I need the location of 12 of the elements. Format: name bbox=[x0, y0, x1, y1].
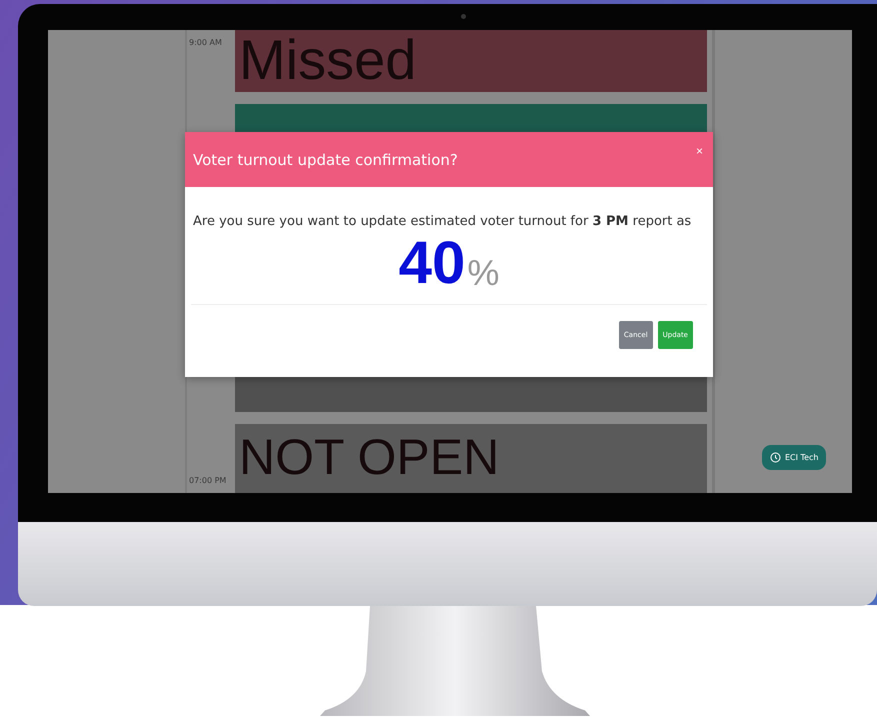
time-label: 9:00 AM bbox=[189, 38, 223, 47]
clock-icon bbox=[770, 452, 781, 463]
time-label: 07:00 PM bbox=[189, 476, 228, 485]
percent-sign: % bbox=[467, 255, 500, 291]
slot-status: Missed bbox=[238, 30, 418, 88]
turnout-value: 40 bbox=[398, 233, 466, 293]
help-badge[interactable]: ECI Tech bbox=[762, 445, 826, 470]
confirmation-message: Are you sure you want to update estimated voter turnout for 3 PM report as bbox=[192, 213, 692, 229]
slot-status: NOT OPEN bbox=[238, 428, 500, 482]
camera-icon bbox=[461, 14, 466, 19]
close-button[interactable]: × bbox=[696, 144, 703, 158]
dialog-title: Voter turnout update confirmation? bbox=[193, 150, 458, 168]
